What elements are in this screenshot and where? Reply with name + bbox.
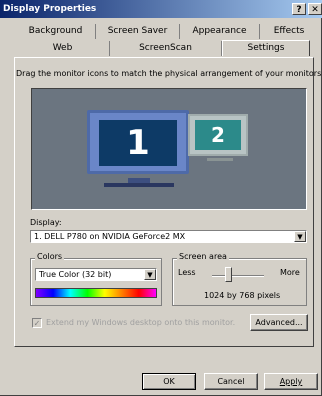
screen-area-slider-thumb[interactable] [224,267,232,282]
apply-button-label: Apply [279,377,303,386]
apply-button[interactable]: Apply [264,373,318,390]
tab-appearance[interactable]: Appearance [180,24,260,39]
cancel-button-label: Cancel [217,377,245,386]
tab-settings[interactable]: Settings [222,40,310,56]
display-label: Display: [30,218,62,227]
colors-group [30,258,162,306]
extend-desktop-label: Extend my Windows desktop onto this moni… [46,318,236,327]
advanced-button[interactable]: Advanced... [250,314,308,331]
tab-row-1: Background Screen Saver Appearance Effec… [0,24,322,39]
monitor-2-number: 2 [211,123,225,147]
monitor-1-base [104,183,174,187]
display-properties-window: Display Properties ? ✕ Background Screen… [0,0,322,396]
monitor-1-icon[interactable]: 1 [87,110,189,174]
color-depth-select[interactable]: True Color (32 bit) ▼ [35,268,157,281]
dropdown-arrow-icon[interactable]: ▼ [294,231,306,242]
ok-button[interactable]: OK [142,373,196,390]
dropdown-arrow-icon[interactable]: ▼ [144,269,156,280]
tab-effects[interactable]: Effects [260,24,318,39]
cancel-button[interactable]: Cancel [204,373,258,390]
advanced-button-label: Advanced... [255,318,303,327]
color-spectrum-bar [35,288,157,298]
tab-screenscan[interactable]: ScreenScan [110,41,222,56]
checkmark-icon: ✓ [33,319,41,328]
ok-button-label: OK [163,377,175,386]
screen-area-slider-track[interactable] [212,275,264,277]
title-bar[interactable]: Display Properties [0,0,322,18]
arrange-instruction: Drag the monitor icons to match the phys… [16,69,322,78]
more-label: More [280,268,300,277]
resolution-readout: 1024 by 768 pixels [204,291,281,300]
display-select-value: 1. DELL P780 on NVIDIA GeForce2 MX [34,232,186,241]
monitor-2-base [207,158,233,161]
tab-screen-saver[interactable]: Screen Saver [96,24,180,39]
close-button[interactable]: ✕ [308,3,322,15]
tab-web[interactable]: Web [16,41,110,56]
monitor-1-screen: 1 [99,120,177,166]
screen-area-group-title: Screen area [177,252,229,261]
help-button[interactable]: ? [292,3,306,15]
less-label: Less [178,268,196,277]
tab-background[interactable]: Background [16,24,96,39]
display-select[interactable]: 1. DELL P780 on NVIDIA GeForce2 MX ▼ [30,230,307,243]
color-depth-value: True Color (32 bit) [39,270,112,279]
tab-row-2: Web ScreenScan Settings [0,40,322,56]
monitor-2-icon[interactable]: 2 [188,114,248,156]
window-title: Display Properties [3,4,97,14]
extend-desktop-checkbox[interactable]: ✓ [32,318,42,328]
monitor-2-screen: 2 [195,120,241,150]
monitor-1-number: 1 [126,123,150,163]
colors-group-title: Colors [35,252,65,261]
